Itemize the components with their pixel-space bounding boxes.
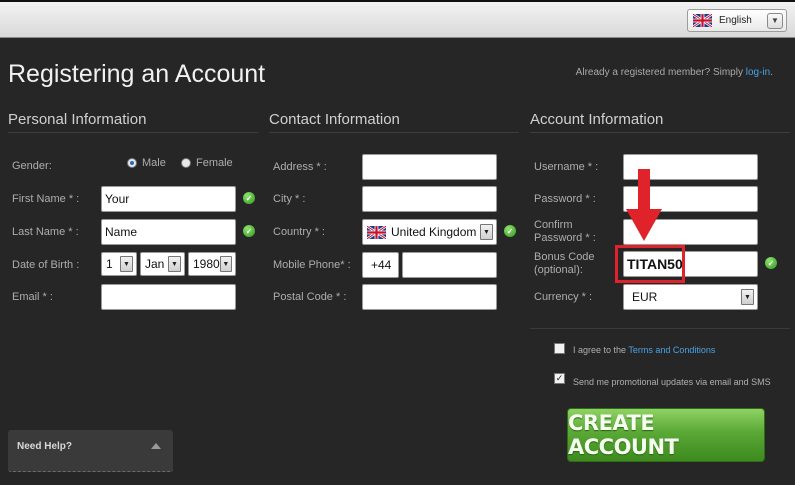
bonus-label-line2: (optional): (534, 264, 583, 276)
country-select[interactable]: United Kingdom ▼ (362, 219, 497, 245)
member-note: Already a registered member? Simply log-… (576, 67, 773, 78)
gender-label: Gender: (12, 160, 52, 172)
address-input[interactable] (362, 154, 497, 180)
promo-checkbox[interactable]: ✓ (554, 373, 565, 384)
email-input[interactable] (101, 284, 236, 310)
login-link[interactable]: log-in (746, 67, 770, 78)
confirm-label-line2: Password * : (534, 232, 596, 244)
chevron-down-icon[interactable]: ▼ (480, 224, 493, 240)
currency-select[interactable]: EUR ▼ (623, 284, 758, 310)
language-select[interactable]: English ▼ (687, 9, 787, 32)
promo-text: Send me promotional updates via email an… (573, 377, 771, 387)
country-label: Country * : (273, 226, 325, 238)
language-label: English (719, 15, 752, 26)
last-name-input[interactable]: Name (101, 219, 236, 245)
confirm-label-line1: Confirm (534, 219, 573, 231)
dob-month-value: Jan (145, 257, 165, 271)
address-label: Address * : (273, 161, 327, 173)
terms-checkbox[interactable] (554, 343, 565, 354)
postal-label: Postal Code * : (273, 291, 347, 303)
dob-year-select[interactable]: 1980 ▼ (188, 252, 236, 276)
dob-year-value: 1980 (193, 257, 220, 271)
check-circle-icon: ✓ (243, 225, 255, 237)
city-input[interactable] (362, 186, 497, 212)
chevron-down-icon[interactable]: ▼ (767, 12, 783, 29)
female-label: Female (196, 157, 233, 169)
chevron-up-icon[interactable] (151, 443, 161, 449)
bonus-code-highlight (615, 245, 685, 283)
postal-code-input[interactable] (362, 284, 497, 310)
dob-label: Date of Birth : (12, 259, 80, 271)
uk-flag-icon (693, 14, 712, 27)
account-info-title: Account Information (530, 111, 790, 133)
terms-text: I agree to the Terms and Conditions (573, 345, 715, 355)
member-note-tail: . (770, 67, 773, 78)
first-name-label: First Name * : (12, 193, 80, 205)
last-name-label: Last Name * : (12, 226, 79, 238)
radio-male[interactable] (127, 158, 137, 168)
dob-day-value: 1 (106, 257, 113, 271)
email-label: Email * : (12, 291, 53, 303)
dob-day-select[interactable]: 1 ▼ (101, 252, 137, 276)
personal-info-title: Personal Information (8, 111, 258, 133)
chevron-down-icon[interactable]: ▼ (120, 256, 133, 272)
terms-prefix: I agree to the (573, 345, 627, 355)
need-help-panel[interactable]: Need Help? (8, 430, 173, 472)
currency-value: EUR (632, 290, 658, 304)
bonus-code-label: Bonus Code (optional): (534, 251, 595, 277)
check-circle-icon: ✓ (765, 257, 777, 269)
confirm-password-label: Confirm Password * : (534, 219, 596, 245)
gender-female-option[interactable]: Female (181, 157, 233, 169)
mobile-label: Mobile Phone* : (273, 259, 351, 271)
page-title: Registering an Account (8, 60, 266, 88)
gender-male-option[interactable]: Male (127, 157, 166, 169)
check-circle-icon: ✓ (243, 192, 255, 204)
chevron-down-icon[interactable]: ▼ (219, 256, 232, 272)
mobile-number-input[interactable] (402, 252, 497, 278)
male-label: Male (142, 157, 166, 169)
password-label: Password * : (534, 193, 596, 205)
chevron-down-icon[interactable]: ▼ (741, 289, 754, 305)
top-bar: English ▼ (0, 0, 795, 38)
city-label: City * : (273, 193, 306, 205)
chevron-down-icon[interactable]: ▼ (168, 256, 181, 272)
red-arrow-down-icon (626, 169, 662, 241)
uk-flag-icon (367, 225, 386, 239)
terms-link[interactable]: Terms and Conditions (628, 345, 715, 355)
radio-female[interactable] (181, 158, 191, 168)
username-label: Username * : (534, 161, 599, 173)
divider (530, 328, 790, 329)
first-name-input[interactable]: Your (101, 186, 236, 212)
dob-month-select[interactable]: Jan ▼ (140, 252, 185, 276)
check-circle-icon: ✓ (504, 225, 516, 237)
member-note-text: Already a registered member? Simply (575, 67, 743, 78)
mobile-prefix-input[interactable]: +44 (362, 252, 399, 278)
contact-info-title: Contact Information (269, 111, 519, 133)
bonus-label-line1: Bonus Code (534, 251, 595, 263)
country-value: United Kingdom (391, 225, 477, 239)
create-account-button[interactable]: CREATE ACCOUNT (567, 408, 765, 462)
need-help-label: Need Help? (17, 441, 73, 452)
currency-label: Currency * : (534, 291, 593, 303)
